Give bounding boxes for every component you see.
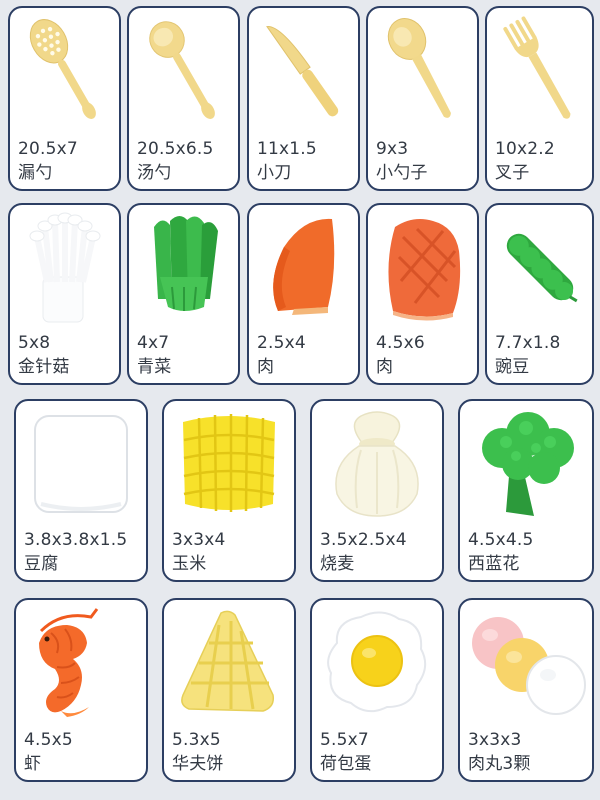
item-card-meat-slice[interactable]: 2.5x4 肉	[247, 203, 360, 385]
knife-icon	[249, 12, 358, 131]
item-card-soup-ladle[interactable]: 20.5x6.5 汤勺	[127, 6, 240, 191]
item-name: 玉米	[172, 554, 207, 574]
soup-ladle-icon	[129, 12, 238, 131]
item-name: 青菜	[137, 357, 172, 377]
item-card-waffle[interactable]: 5.3x5 华夫饼	[162, 598, 296, 782]
item-name: 金针菇	[18, 357, 70, 377]
item-card-steak[interactable]: 4.5x6 肉	[366, 203, 479, 385]
item-name: 豆腐	[24, 554, 59, 574]
item-size: 9x3	[376, 139, 409, 159]
item-size: 4.5x6	[376, 333, 425, 353]
item-size: 3x3x3	[468, 730, 522, 750]
small-spoon-icon	[368, 12, 477, 131]
item-name: 叉子	[495, 163, 530, 183]
slotted-spoon-icon	[10, 12, 119, 131]
item-size: 7.7x1.8	[495, 333, 561, 353]
item-size: 2.5x4	[257, 333, 306, 353]
tofu-icon	[16, 405, 146, 522]
item-card-corn[interactable]: 3x3x4 玉米	[162, 399, 296, 582]
item-name: 肉	[376, 357, 394, 377]
item-name: 豌豆	[495, 357, 530, 377]
item-card-enoki-mushroom[interactable]: 5x8 金针菇	[8, 203, 121, 385]
item-size: 3x3x4	[172, 530, 226, 550]
item-name: 烧麦	[320, 554, 355, 574]
item-name: 虾	[24, 754, 42, 774]
item-name: 漏勺	[18, 163, 53, 183]
item-name: 华夫饼	[172, 754, 224, 774]
item-size: 4.5x4.5	[468, 530, 534, 550]
item-name: 肉	[257, 357, 275, 377]
fork-icon	[487, 12, 592, 131]
meat-slice-icon	[249, 209, 358, 325]
item-name: 小勺子	[376, 163, 428, 183]
item-size: 5x8	[18, 333, 51, 353]
enoki-mushroom-icon	[10, 209, 119, 325]
item-size: 3.5x2.5x4	[320, 530, 407, 550]
item-name: 小刀	[257, 163, 292, 183]
pea-pod-icon	[487, 209, 592, 325]
item-card-broccoli[interactable]: 4.5x4.5 西蓝花	[458, 399, 594, 582]
item-card-pea-pod[interactable]: 7.7x1.8 豌豆	[485, 203, 594, 385]
item-card-meatballs[interactable]: 3x3x3 肉丸3颗	[458, 598, 594, 782]
steak-icon	[368, 209, 477, 325]
item-size: 20.5x7	[18, 139, 78, 159]
waffle-icon	[164, 604, 294, 722]
item-name: 西蓝花	[468, 554, 520, 574]
corn-icon	[164, 405, 294, 522]
item-name: 荷包蛋	[320, 754, 372, 774]
meatballs-icon	[460, 604, 592, 722]
item-card-tofu[interactable]: 3.8x3.8x1.5 豆腐	[14, 399, 148, 582]
item-card-slotted-spoon[interactable]: 20.5x7 漏勺	[8, 6, 121, 191]
item-card-knife[interactable]: 11x1.5 小刀	[247, 6, 360, 191]
product-size-chart: { "items": [ {"size":"20.5x7","name":"漏勺…	[0, 0, 600, 800]
item-card-small-spoon[interactable]: 9x3 小勺子	[366, 6, 479, 191]
item-name: 汤勺	[137, 163, 172, 183]
item-size: 20.5x6.5	[137, 139, 214, 159]
item-name: 肉丸3颗	[468, 754, 531, 774]
fried-egg-icon	[312, 604, 442, 722]
item-size: 5.3x5	[172, 730, 221, 750]
item-card-shrimp[interactable]: 4.5x5 虾	[14, 598, 148, 782]
item-card-fork[interactable]: 10x2.2 叉子	[485, 6, 594, 191]
broccoli-icon	[460, 405, 592, 522]
item-card-green-vegetable[interactable]: 4x7 青菜	[127, 203, 240, 385]
shrimp-icon	[16, 604, 146, 722]
item-size: 5.5x7	[320, 730, 369, 750]
green-vegetable-icon	[129, 209, 238, 325]
item-size: 11x1.5	[257, 139, 317, 159]
item-size: 3.8x3.8x1.5	[24, 530, 128, 550]
item-size: 4x7	[137, 333, 170, 353]
item-size: 10x2.2	[495, 139, 555, 159]
item-card-shumai[interactable]: 3.5x2.5x4 烧麦	[310, 399, 444, 582]
item-card-fried-egg[interactable]: 5.5x7 荷包蛋	[310, 598, 444, 782]
item-size: 4.5x5	[24, 730, 73, 750]
shumai-icon	[312, 405, 442, 522]
